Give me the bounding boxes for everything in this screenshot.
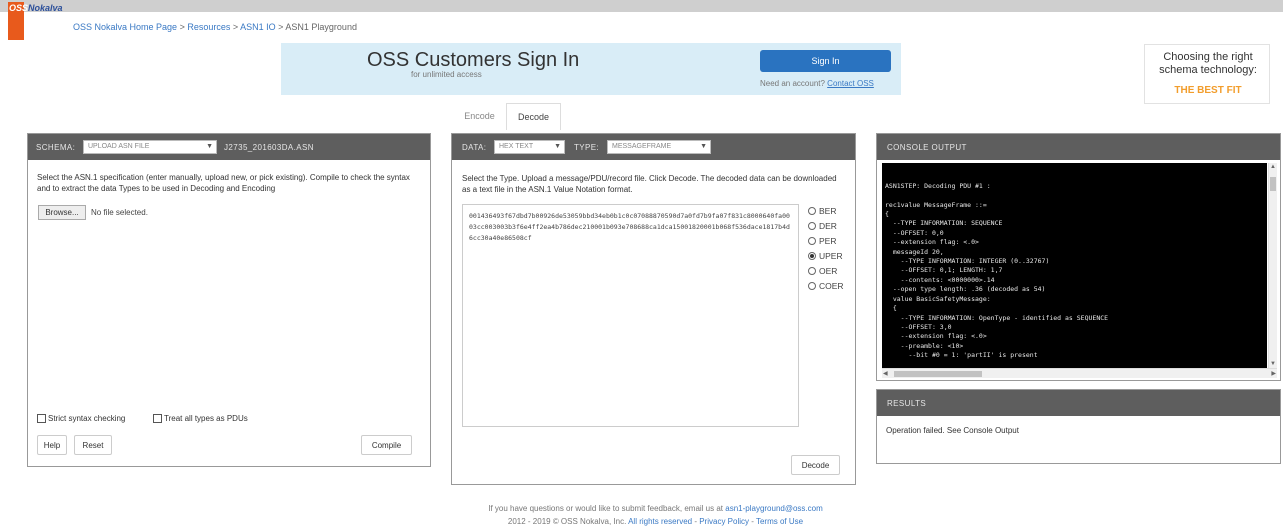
results-panel-header: Results — [877, 390, 1280, 416]
tab-encode[interactable]: Encode — [453, 103, 506, 130]
console-vertical-scrollbar[interactable]: ▲ ▼ — [1268, 163, 1277, 368]
radio-ber[interactable]: BER — [808, 206, 844, 221]
breadcrumb-current: ASN1 Playground — [285, 22, 357, 32]
scroll-down-icon[interactable]: ▼ — [1270, 361, 1276, 367]
privacy-policy-link[interactable]: Privacy Policy — [699, 517, 749, 526]
help-button[interactable]: Help — [37, 435, 67, 455]
schema-panel: Schema: Upload ASN file ▼ J2735_201603DA… — [27, 133, 431, 467]
top-bar — [0, 0, 1283, 12]
sign-in-button[interactable]: Sign In — [760, 50, 891, 72]
data-description: Select the Type. Upload a message/PDU/re… — [462, 174, 837, 194]
radio-icon — [808, 267, 816, 275]
schema-panel-header: Schema: Upload ASN file ▼ J2735_201603DA… — [28, 134, 430, 160]
data-format-select[interactable]: Hex text ▼ — [494, 140, 565, 154]
result-message: Operation failed. See Console Output — [886, 426, 1019, 435]
hex-input[interactable]: 001436493f67dbd7b00926de53059bbd34eb0b1c… — [462, 204, 799, 427]
radio-per[interactable]: PER — [808, 236, 844, 251]
oss-logo-text: OSSNokalva — [9, 3, 63, 13]
checkbox-icon — [153, 414, 162, 423]
checkbox-icon — [37, 414, 46, 423]
feedback-email-link[interactable]: asn1-playground@oss.com — [725, 504, 823, 513]
type-label: Type: — [574, 143, 600, 152]
breadcrumb-resources[interactable]: Resources — [187, 22, 230, 32]
radio-icon — [808, 282, 816, 290]
console-panel-header: Console Output — [877, 134, 1280, 160]
scrollbar-thumb[interactable] — [894, 371, 982, 377]
rights-link[interactable]: All rights reserved — [628, 517, 692, 526]
schema-filename: J2735_201603DA.ASN — [224, 143, 314, 152]
scroll-up-icon[interactable]: ▲ — [1270, 164, 1276, 170]
reset-button[interactable]: Reset — [74, 435, 112, 455]
radio-icon — [808, 252, 816, 260]
decode-button[interactable]: Decode — [791, 455, 840, 475]
results-panel: Results Operation failed. See Console Ou… — [876, 389, 1281, 464]
scroll-left-icon[interactable]: ◀ — [883, 370, 888, 377]
schema-label: Schema: — [36, 143, 76, 152]
data-panel-header: Data: Hex text ▼ Type: MessageFrame ▼ — [452, 134, 855, 160]
results-title: Results — [887, 399, 927, 408]
console-title: Console Output — [887, 143, 967, 152]
encoding-rules: BER DER PER UPER OER COER — [808, 206, 844, 296]
footer-copyright: 2012 - 2019 © OSS Nokalva, Inc. All righ… — [507, 517, 804, 526]
treat-all-pdus-checkbox[interactable]: Treat all types as PDUs — [153, 414, 248, 423]
radio-oer[interactable]: OER — [808, 266, 844, 281]
signin-banner: OSS Customers Sign In for unlimited acce… — [281, 43, 901, 95]
radio-icon — [808, 207, 816, 215]
data-label: Data: — [462, 143, 487, 152]
scroll-right-icon[interactable]: ▶ — [1271, 370, 1276, 377]
contact-oss-link[interactable]: Contact OSS — [827, 79, 874, 88]
chevron-down-icon: ▼ — [700, 143, 707, 150]
breadcrumb-asn1io[interactable]: ASN1 IO — [240, 22, 276, 32]
type-select[interactable]: MessageFrame ▼ — [607, 140, 711, 154]
radio-der[interactable]: DER — [808, 221, 844, 236]
no-file-label: No file selected. — [91, 208, 148, 217]
breadcrumb: OSS Nokalva Home Page > Resources > ASN1… — [73, 22, 357, 32]
ad-headline: Choosing the right schema technology: — [1159, 51, 1257, 76]
best-fit-ad[interactable]: Choosing the right schema technology: TH… — [1144, 44, 1270, 104]
footer-feedback: If you have questions or would like to s… — [488, 504, 823, 513]
chevron-down-icon: ▼ — [554, 143, 561, 150]
need-account-text: Need an account? Contact OSS — [760, 79, 874, 88]
data-panel: Data: Hex text ▼ Type: MessageFrame ▼ Se… — [451, 133, 856, 485]
ad-tagline: THE BEST FIT — [1174, 85, 1242, 96]
console-horizontal-scrollbar[interactable]: ◀ ▶ — [882, 368, 1277, 378]
breadcrumb-home[interactable]: OSS Nokalva Home Page — [73, 22, 177, 32]
signin-title: OSS Customers Sign In — [367, 49, 580, 71]
browse-button[interactable]: Browse... — [38, 205, 86, 220]
strict-syntax-checkbox[interactable]: Strict syntax checking — [37, 414, 125, 423]
terms-of-use-link[interactable]: Terms of Use — [756, 517, 803, 526]
console-output[interactable]: ASN1STEP: Decoding PDU #1 : rec1value Me… — [882, 163, 1267, 368]
schema-source-select[interactable]: Upload ASN file ▼ — [83, 140, 217, 154]
radio-icon — [808, 237, 816, 245]
compile-button[interactable]: Compile — [361, 435, 412, 455]
schema-description: Select the ASN.1 specification (enter ma… — [37, 173, 410, 193]
tab-decode[interactable]: Decode — [506, 103, 561, 130]
radio-uper[interactable]: UPER — [808, 251, 844, 266]
signin-subtitle: for unlimited access — [411, 70, 482, 79]
chevron-down-icon: ▼ — [206, 143, 213, 150]
scrollbar-thumb[interactable] — [1270, 177, 1276, 191]
console-panel: Console Output ASN1STEP: Decoding PDU #1… — [876, 133, 1281, 381]
radio-icon — [808, 222, 816, 230]
radio-coer[interactable]: COER — [808, 281, 844, 296]
